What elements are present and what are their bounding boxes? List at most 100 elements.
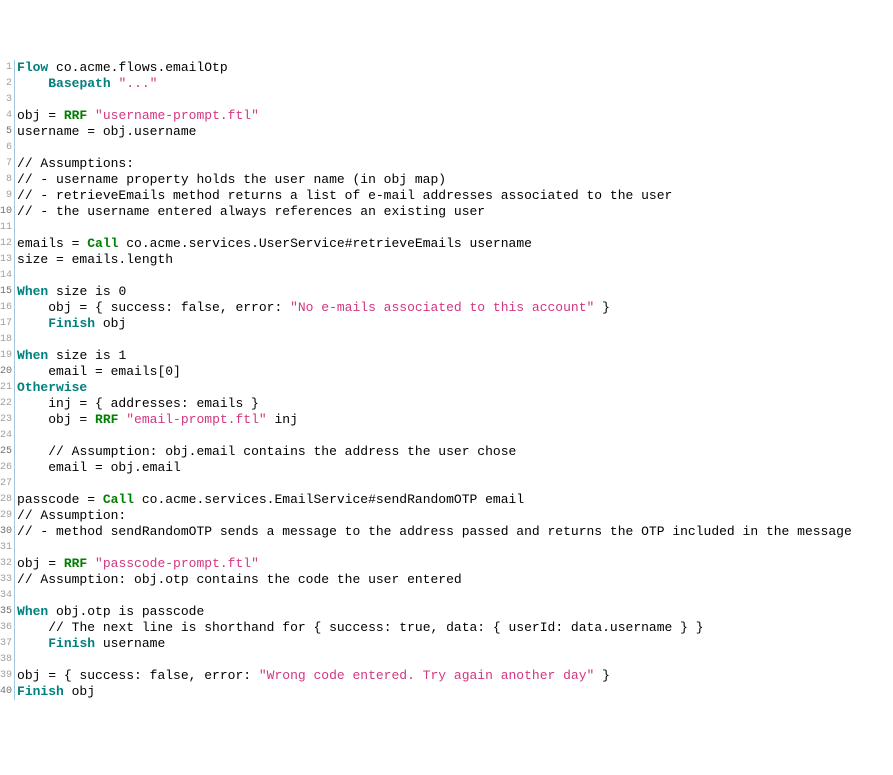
code-line[interactable] — [15, 652, 893, 668]
line-number: 2 — [0, 76, 15, 92]
code-line[interactable] — [15, 220, 893, 236]
line-number: 28 — [0, 492, 15, 508]
token-cmt: // Assumption: obj.email contains the ad… — [48, 444, 516, 459]
code-line[interactable]: // Assumption: obj.otp contains the code… — [15, 572, 893, 588]
line-number: 10 — [0, 204, 15, 220]
token-txt: username = obj.username — [17, 124, 196, 139]
code-line[interactable]: Basepath "..." — [15, 76, 893, 92]
token-kw: When — [17, 348, 48, 363]
code-line[interactable]: // Assumptions: — [15, 156, 893, 172]
code-line[interactable]: passcode = Call co.acme.services.EmailSe… — [15, 492, 893, 508]
token-str: "username-prompt.ftl" — [95, 108, 259, 123]
code-line[interactable] — [15, 92, 893, 108]
token-cmt: // Assumptions: — [17, 156, 134, 171]
token-cmt: // The next line is shorthand for { succ… — [48, 620, 703, 635]
code-line[interactable]: When size is 1 — [15, 348, 893, 364]
code-line[interactable]: email = emails[0] — [15, 364, 893, 380]
token-txt: co.acme.services.UserService#retrieveEma… — [118, 236, 531, 251]
code-line[interactable] — [15, 140, 893, 156]
code-line[interactable] — [15, 540, 893, 556]
line-number: 15 — [0, 284, 15, 300]
token-txt: obj — [64, 684, 95, 699]
token-cmt: // - the username entered always referen… — [17, 204, 485, 219]
token-txt: co.acme.flows.emailOtp — [48, 60, 227, 75]
line-number: 22 — [0, 396, 15, 412]
code-line[interactable]: obj = RRF "username-prompt.ftl" — [15, 108, 893, 124]
code-line[interactable]: inj = { addresses: emails } — [15, 396, 893, 412]
line-number: 32 — [0, 556, 15, 572]
token-txt: inj = { addresses: emails } — [17, 396, 259, 411]
line-number: 31 — [0, 540, 15, 556]
code-line[interactable]: obj = RRF "email-prompt.ftl" inj — [15, 412, 893, 428]
token-txt — [87, 108, 95, 123]
token-txt: size is 0 — [48, 284, 126, 299]
code-line[interactable]: // Assumption: obj.email contains the ad… — [15, 444, 893, 460]
code-line[interactable]: username = obj.username — [15, 124, 893, 140]
code-line[interactable]: // - method sendRandomOTP sends a messag… — [15, 524, 893, 540]
token-kw: When — [17, 604, 48, 619]
token-str: "No e-mails associated to this account" — [290, 300, 594, 315]
code-line[interactable]: When size is 0 — [15, 284, 893, 300]
line-number: 37 — [0, 636, 15, 652]
line-number: 30 — [0, 524, 15, 540]
code-line[interactable]: obj = { success: false, error: "Wrong co… — [15, 668, 893, 684]
code-line[interactable]: // - username property holds the user na… — [15, 172, 893, 188]
token-txt — [17, 316, 48, 331]
line-number: 29 — [0, 508, 15, 524]
line-number: 13 — [0, 252, 15, 268]
token-txt: obj — [95, 316, 126, 331]
line-number: 35 — [0, 604, 15, 620]
token-fn: Call — [87, 236, 118, 251]
code-line[interactable]: email = obj.email — [15, 460, 893, 476]
token-fn: RRF — [95, 412, 118, 427]
token-txt — [17, 76, 48, 91]
token-txt: username — [95, 636, 165, 651]
code-line[interactable]: size = emails.length — [15, 252, 893, 268]
token-fn: RRF — [64, 108, 87, 123]
token-txt: obj = — [17, 556, 64, 571]
code-line[interactable] — [15, 476, 893, 492]
token-txt: obj.otp is passcode — [48, 604, 204, 619]
line-number: 38 — [0, 652, 15, 668]
line-number: 8 — [0, 172, 15, 188]
code-line[interactable]: Otherwise — [15, 380, 893, 396]
token-txt: } — [594, 668, 610, 683]
token-txt: co.acme.services.EmailService#sendRandom… — [134, 492, 524, 507]
code-line[interactable] — [15, 588, 893, 604]
code-line[interactable]: Finish obj — [15, 684, 893, 700]
code-line[interactable]: Flow co.acme.flows.emailOtp — [15, 60, 893, 76]
code-line[interactable]: // - the username entered always referen… — [15, 204, 893, 220]
token-str: "passcode-prompt.ftl" — [95, 556, 259, 571]
line-number: 7 — [0, 156, 15, 172]
code-editor[interactable]: 1234567891011121314151617181920212223242… — [0, 60, 893, 700]
code-line[interactable]: When obj.otp is passcode — [15, 604, 893, 620]
code-line[interactable]: // Assumption: — [15, 508, 893, 524]
line-number: 1 — [0, 60, 15, 76]
line-number: 39 — [0, 668, 15, 684]
line-number: 16 — [0, 300, 15, 316]
code-line[interactable]: obj = { success: false, error: "No e-mai… — [15, 300, 893, 316]
token-kw: Finish — [48, 316, 95, 331]
token-txt: } — [594, 300, 610, 315]
token-txt: obj = { success: false, error: — [17, 300, 290, 315]
token-kw: Finish — [48, 636, 95, 651]
code-line[interactable]: obj = RRF "passcode-prompt.ftl" — [15, 556, 893, 572]
code-line[interactable] — [15, 268, 893, 284]
line-number: 19 — [0, 348, 15, 364]
line-number: 6 — [0, 140, 15, 156]
code-line[interactable]: // - retrieveEmails method returns a lis… — [15, 188, 893, 204]
line-number: 24 — [0, 428, 15, 444]
line-number: 5 — [0, 124, 15, 140]
token-txt — [87, 556, 95, 571]
line-number: 11 — [0, 220, 15, 236]
code-lines[interactable]: Flow co.acme.flows.emailOtp Basepath "..… — [15, 60, 893, 700]
code-line[interactable]: emails = Call co.acme.services.UserServi… — [15, 236, 893, 252]
code-line[interactable] — [15, 332, 893, 348]
code-line[interactable]: // The next line is shorthand for { succ… — [15, 620, 893, 636]
token-txt: obj = — [17, 412, 95, 427]
code-line[interactable]: Finish obj — [15, 316, 893, 332]
code-line[interactable] — [15, 428, 893, 444]
token-kw: Basepath — [48, 76, 110, 91]
code-line[interactable]: Finish username — [15, 636, 893, 652]
line-number: 40 — [0, 684, 15, 700]
